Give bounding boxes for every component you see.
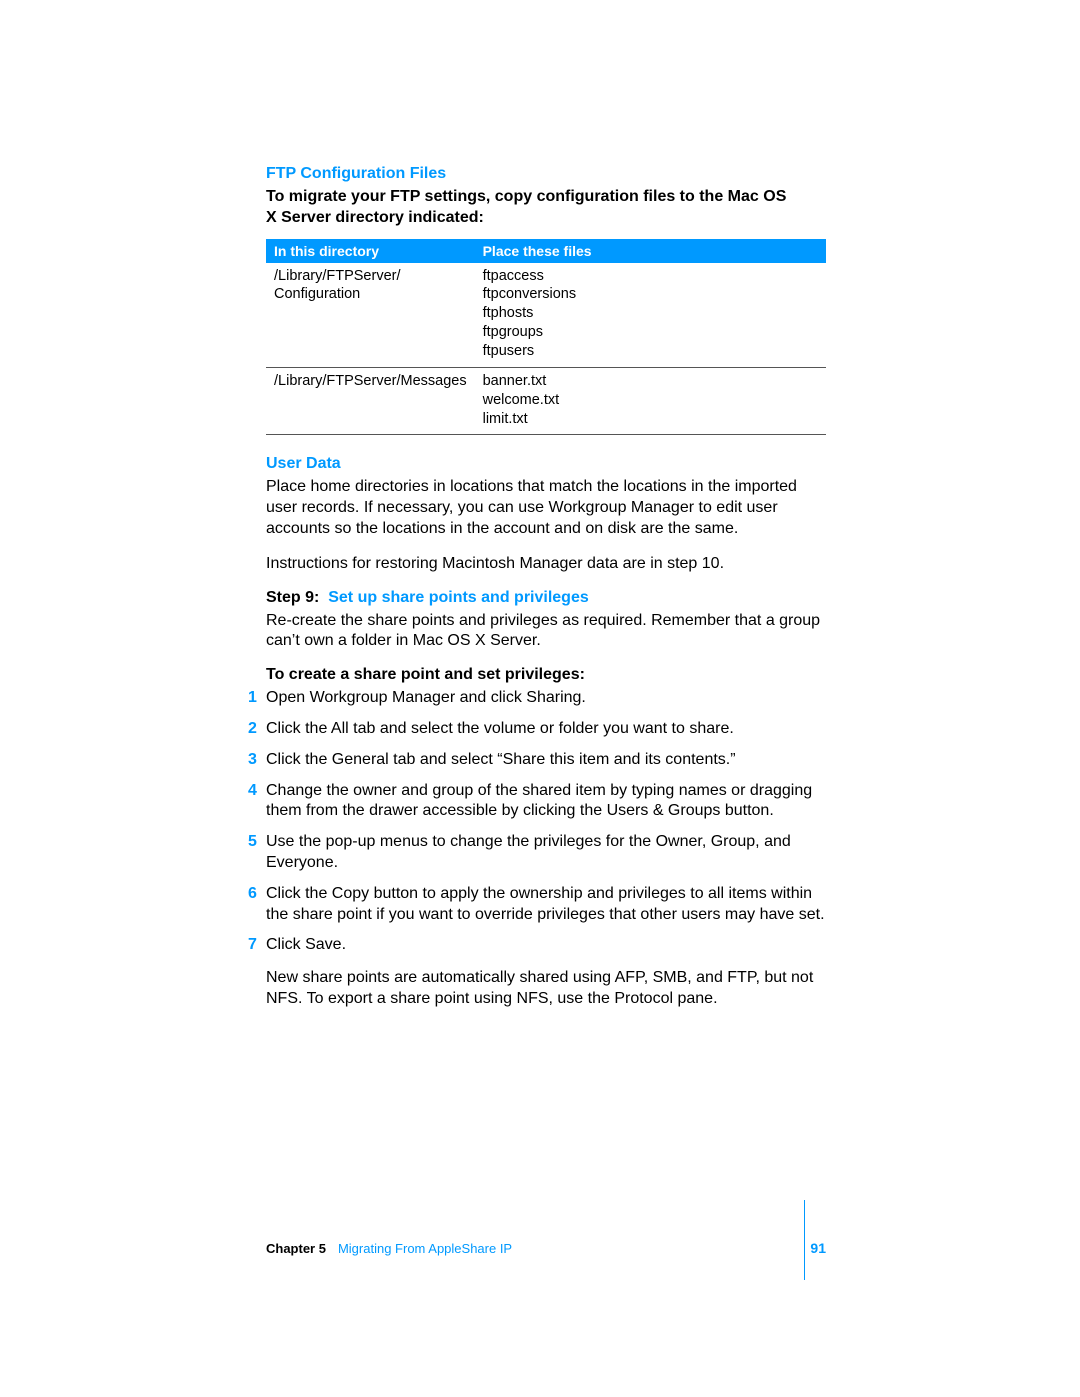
ftp-config-table: In this directory Place these files /Lib… — [266, 239, 826, 436]
page-footer: Chapter 5 Migrating From AppleShare IP 9… — [266, 1240, 826, 1256]
list-item-text: Open Workgroup Manager and click Sharing… — [266, 689, 586, 706]
step-title: Set up share points and privileges — [328, 589, 589, 606]
ftp-intro: To migrate your FTP settings, copy confi… — [266, 187, 826, 229]
list-item: 4Change the owner and group of the share… — [266, 781, 826, 823]
user-data-para: Place home directories in locations that… — [266, 477, 826, 539]
list-item: 6Click the Copy button to apply the owne… — [266, 884, 826, 926]
step-number: 1 — [248, 688, 257, 709]
table-cell: ftpaccess ftpconversions ftphosts ftpgro… — [475, 263, 826, 368]
list-item-text: Click the General tab and select “Share … — [266, 751, 736, 768]
step9-list: 1Open Workgroup Manager and click Sharin… — [266, 688, 826, 956]
step-number: 4 — [248, 781, 257, 802]
step-number: 7 — [248, 935, 257, 956]
footer-page-number: 91 — [810, 1240, 826, 1256]
footer-chapter-title: Migrating From AppleShare IP — [338, 1241, 512, 1256]
list-item: 5Use the pop-up menus to change the priv… — [266, 832, 826, 874]
table-row: /Library/FTPServer/ Configuration ftpacc… — [266, 263, 826, 368]
restore-para: Instructions for restoring Macintosh Man… — [266, 554, 826, 575]
step-label: Step 9: — [266, 589, 328, 606]
step9-subhead: To create a share point and set privileg… — [266, 666, 826, 684]
list-item-text: Change the owner and group of the shared… — [266, 782, 812, 820]
footer-chapter-label: Chapter 5 — [266, 1241, 326, 1256]
table-cell: /Library/FTPServer/ Configuration — [266, 263, 475, 368]
list-item: 2Click the All tab and select the volume… — [266, 719, 826, 740]
list-item-text: Click the Copy button to apply the owner… — [266, 885, 825, 923]
table-header: Place these files — [475, 239, 826, 263]
list-item-text: Click the All tab and select the volume … — [266, 720, 734, 737]
step-number: 2 — [248, 719, 257, 740]
step-number: 5 — [248, 832, 257, 853]
step9-heading: Step 9: Set up share points and privileg… — [266, 589, 826, 607]
step-number: 6 — [248, 884, 257, 905]
page-content: FTP Configuration Files To migrate your … — [266, 165, 826, 1024]
step-number: 3 — [248, 750, 257, 771]
table-row: /Library/FTPServer/Messages banner.txt w… — [266, 367, 826, 435]
heading-ftp: FTP Configuration Files — [266, 165, 826, 183]
list-item: 3Click the General tab and select “Share… — [266, 750, 826, 771]
step9-para: Re-create the share points and privilege… — [266, 611, 826, 653]
footer-rule — [804, 1200, 805, 1280]
table-header-row: In this directory Place these files — [266, 239, 826, 263]
table-header: In this directory — [266, 239, 475, 263]
table-cell: banner.txt welcome.txt limit.txt — [475, 367, 826, 435]
list-item-text: Click Save. — [266, 936, 346, 953]
table-cell: /Library/FTPServer/Messages — [266, 367, 475, 435]
list-item: 1Open Workgroup Manager and click Sharin… — [266, 688, 826, 709]
heading-user-data: User Data — [266, 455, 826, 473]
list-item: 7Click Save. — [266, 935, 826, 956]
step9-closing: New share points are automatically share… — [266, 968, 826, 1010]
list-item-text: Use the pop-up menus to change the privi… — [266, 833, 791, 871]
